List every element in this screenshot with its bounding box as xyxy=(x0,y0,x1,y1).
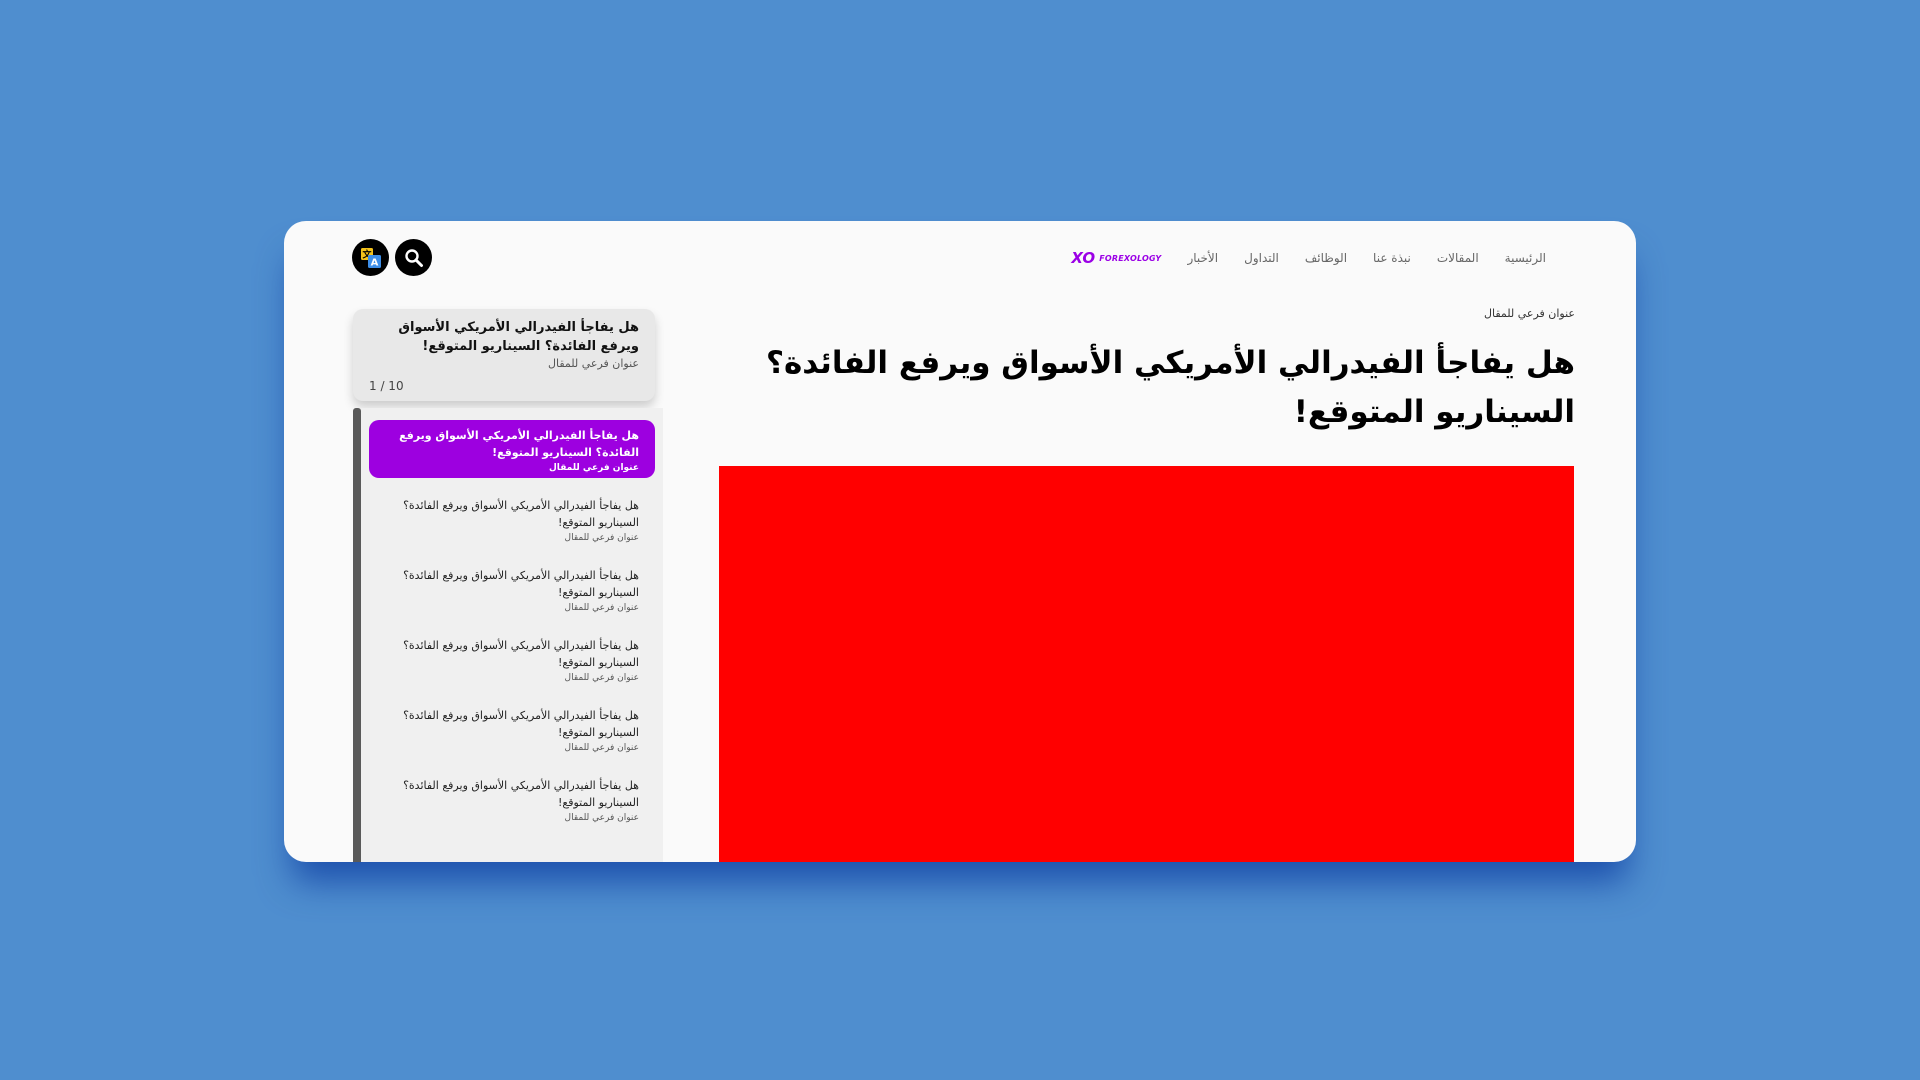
nav-item-articles[interactable]: المقالات xyxy=(1437,251,1479,265)
list-item-subtitle: عنوان فرعي للمقال xyxy=(549,463,639,473)
list-item-title: هل يفاجأ الفيدرالي الأمريكي الأسواق ويرف… xyxy=(399,429,639,459)
article-title: هل يفاجأ الفيدرالي الأمريكي الأسواق ويرف… xyxy=(765,345,1575,430)
nav-item-trading[interactable]: التداول xyxy=(1244,251,1279,265)
article-counter: 1 / 10 xyxy=(369,379,404,393)
list-item-subtitle: عنوان فرعي للمقال xyxy=(564,743,639,753)
current-article-card: هل يفاجأ الفيدرالي الأمريكي الأسواق ويرف… xyxy=(353,309,655,401)
list-item-title: هل يفاجأ الفيدرالي الأمريكي الأسواق ويرف… xyxy=(403,709,639,739)
nav-item-news[interactable]: الأخبار xyxy=(1187,251,1218,265)
article-hero-image xyxy=(719,466,1574,862)
list-item-title: هل يفاجأ الفيدرالي الأمريكي الأسواق ويرف… xyxy=(403,569,639,599)
logo-text: FOREXOLOGY xyxy=(1099,253,1162,263)
list-item-subtitle: عنوان فرعي للمقال xyxy=(564,813,639,823)
nav-item-about[interactable]: نبذة عنا xyxy=(1373,251,1411,265)
logo-mark: XO xyxy=(1071,249,1096,267)
browser-window: XO FOREXOLOGY الرئيسية المقالات نبذة عنا… xyxy=(284,221,1636,862)
list-item-subtitle: عنوان فرعي للمقال xyxy=(564,673,639,683)
list-item[interactable]: هل يفاجأ الفيدرالي الأمريكي الأسواق ويرف… xyxy=(369,700,655,758)
list-item-title: هل يفاجأ الفيدرالي الأمريكي الأسواق ويرف… xyxy=(403,779,639,809)
nav-items: الرئيسية المقالات نبذة عنا الوظائف التدا… xyxy=(1161,251,1546,265)
language-button[interactable]: 文 A xyxy=(352,239,389,276)
list-item-title: هل يفاجأ الفيدرالي الأمريكي الأسواق ويرف… xyxy=(403,639,639,669)
search-icon xyxy=(404,248,423,267)
list-item[interactable]: هل يفاجأ الفيدرالي الأمريكي الأسواق ويرف… xyxy=(369,630,655,688)
list-item[interactable]: هل يفاجأ الفيدرالي الأمريكي الأسواق ويرف… xyxy=(369,490,655,548)
svg-text:A: A xyxy=(370,257,378,268)
nav-item-jobs[interactable]: الوظائف xyxy=(1305,251,1347,265)
list-item-subtitle: عنوان فرعي للمقال xyxy=(564,533,639,543)
brand-logo[interactable]: XO FOREXOLOGY xyxy=(1071,249,1161,267)
current-article-title: هل يفاجأ الفيدرالي الأمريكي الأسواق ويرف… xyxy=(398,320,639,354)
search-button[interactable] xyxy=(395,239,432,276)
translate-icon: 文 A xyxy=(360,247,381,268)
current-article-subtitle: عنوان فرعي للمقال xyxy=(547,357,639,370)
list-item-subtitle: عنوان فرعي للمقال xyxy=(564,603,639,613)
list-item[interactable]: هل يفاجأ الفيدرالي الأمريكي الأسواق ويرف… xyxy=(369,560,655,618)
article-list: هل يفاجأ الفيدرالي الأمريكي الأسواق ويرف… xyxy=(361,408,663,862)
list-item[interactable]: هل يفاجأ الفيدرالي الأمريكي الأسواق ويرف… xyxy=(369,770,655,828)
top-nav: XO FOREXOLOGY الرئيسية المقالات نبذة عنا… xyxy=(1053,243,1546,273)
nav-item-home[interactable]: الرئيسية xyxy=(1505,251,1546,265)
list-item-active[interactable]: هل يفاجأ الفيدرالي الأمريكي الأسواق ويرف… xyxy=(369,420,655,478)
sidebar-scrollbar[interactable] xyxy=(353,408,361,862)
article-eyebrow: عنوان فرعي للمقال xyxy=(1483,307,1575,320)
list-item-title: هل يفاجأ الفيدرالي الأمريكي الأسواق ويرف… xyxy=(403,499,639,529)
